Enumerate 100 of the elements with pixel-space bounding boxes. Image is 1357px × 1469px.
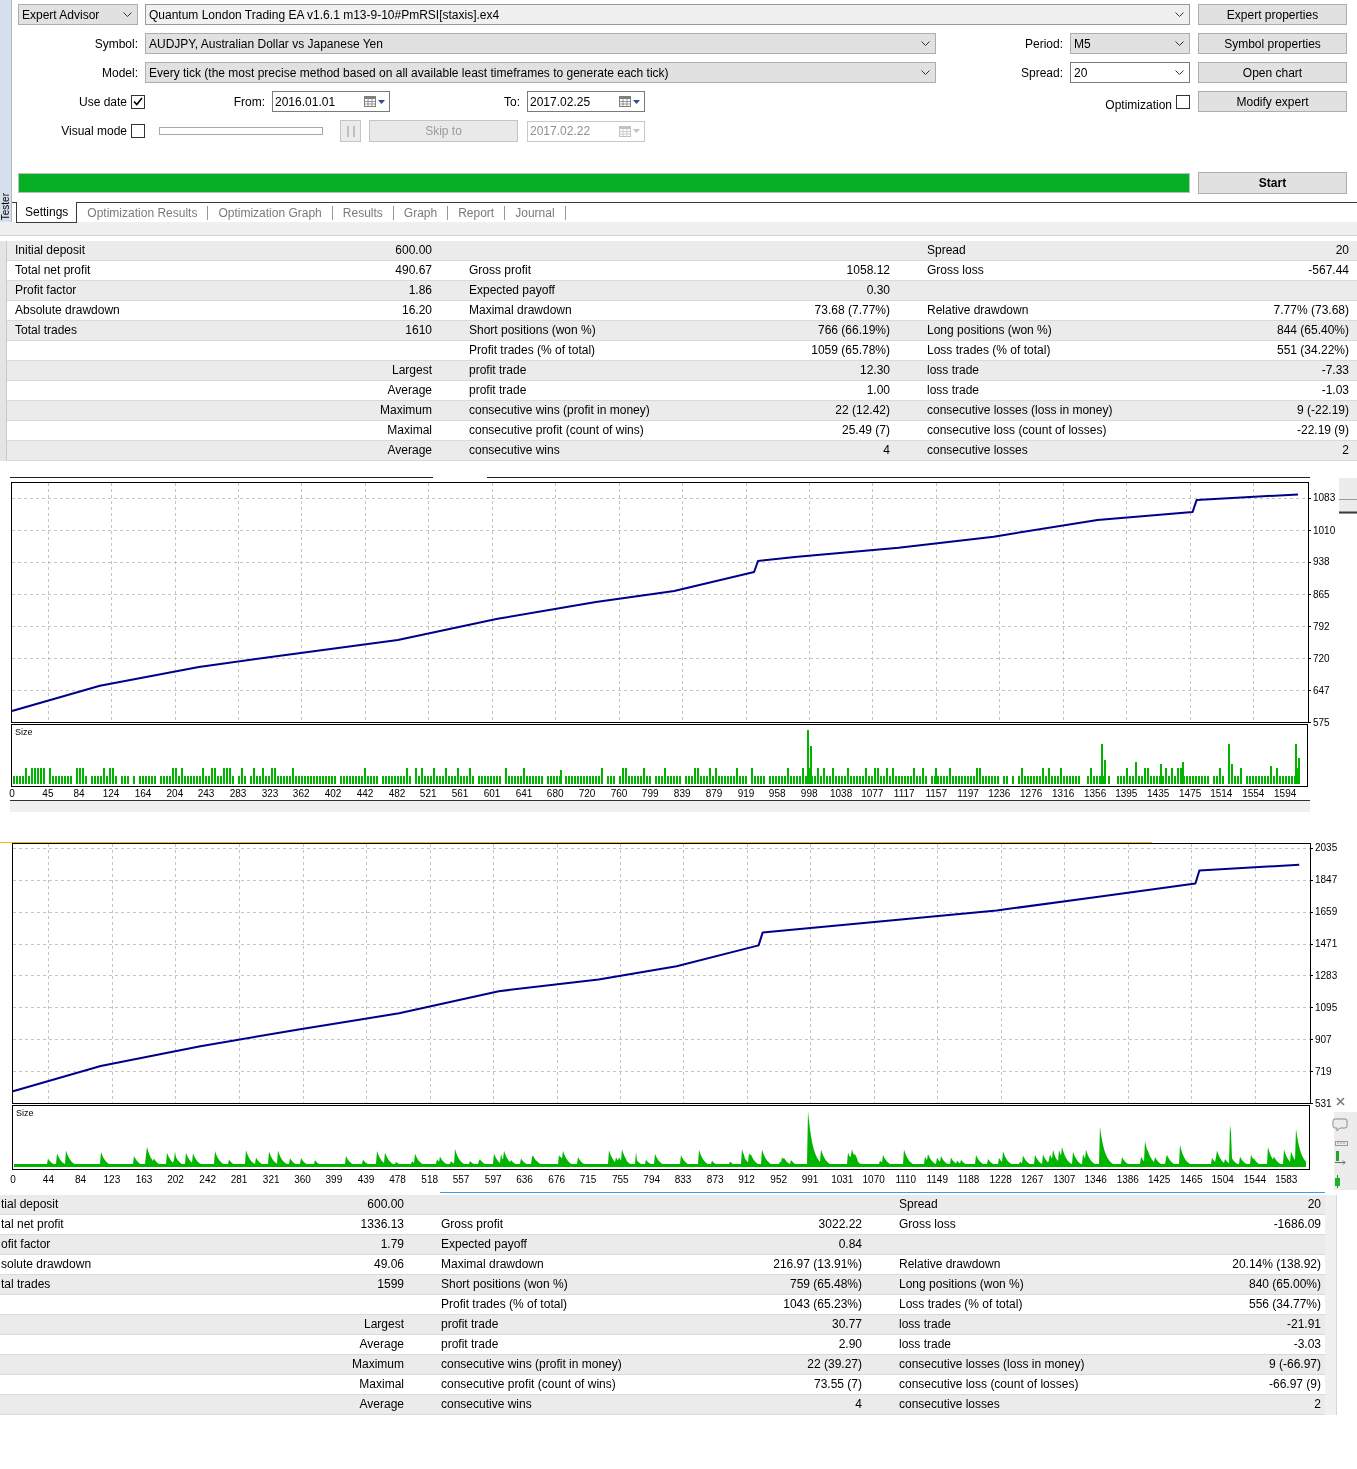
calendar-icon <box>619 96 631 107</box>
table-cell-text: Largest <box>362 1316 405 1333</box>
spread-dropdown[interactable]: 20 <box>1070 62 1190 83</box>
tab[interactable]: Journal <box>505 206 566 220</box>
slider-track[interactable] <box>159 127 323 135</box>
expert-type-dropdown[interactable]: Expert Advisor <box>18 4 138 25</box>
x-tick-label: 1236 <box>988 788 1011 799</box>
x-tick-label: 561 <box>451 788 469 799</box>
x-tick-label: 755 <box>611 1174 629 1185</box>
x-tick-label: 1110 <box>895 1174 917 1185</box>
table-cell-text: Long positions (won %) <box>898 1276 1025 1293</box>
x-tick-label: 794 <box>643 1174 661 1185</box>
table-cell-text: -66.97 (9) <box>1267 1376 1322 1393</box>
y-tick-label: 1095 <box>1315 1001 1338 1013</box>
checkbox[interactable] <box>131 94 145 109</box>
y-tick-label: 1659 <box>1315 906 1338 918</box>
x-tick-label: 912 <box>738 1174 755 1185</box>
checkbox[interactable] <box>131 124 145 138</box>
chevron-icon <box>921 41 930 46</box>
x-tick-label: 242 <box>199 1174 217 1185</box>
table-cell-text: Total net profit <box>14 262 92 279</box>
table-cell-text: consecutive loss (count of losses) <box>898 1376 1080 1393</box>
x-tick-label: 1316 <box>1052 788 1075 799</box>
close-icon[interactable] <box>1336 1097 1345 1106</box>
table-cell-text: Average <box>358 1336 405 1353</box>
table-cell-text: -22.19 (9) <box>1295 422 1350 439</box>
tab[interactable]: Report <box>448 206 506 220</box>
ruler-icon[interactable] <box>1335 1141 1348 1146</box>
open-chart-button[interactable]: Open chart <box>1198 62 1347 83</box>
checkmark-icon <box>133 97 143 106</box>
speech-bubble-icon[interactable] <box>1332 1118 1348 1132</box>
y-tick-label: 938 <box>1313 556 1330 568</box>
tab[interactable]: Optimization Results <box>77 206 209 220</box>
table-cell-text: 0.30 <box>865 282 891 299</box>
table-cell-text: 9 (-22.19) <box>1295 402 1350 419</box>
period-dropdown[interactable]: M5 <box>1070 33 1190 54</box>
table-cell-text: 2 <box>1341 442 1350 459</box>
symbol-properties-button[interactable]: Symbol properties <box>1198 33 1347 54</box>
x-tick-label: 44 <box>42 1174 54 1185</box>
table-cell-text: 1610 <box>404 322 433 339</box>
date-field[interactable]: 2017.02.25 <box>527 91 645 112</box>
x-tick-label: 720 <box>578 788 596 799</box>
table-cell-text: Maximal <box>358 1376 405 1393</box>
x-tick-label: 873 <box>706 1174 724 1185</box>
table-cell-text: 12.30 <box>858 362 891 379</box>
table-cell-text: Long positions (won %) <box>926 322 1053 339</box>
table-cell-text: 3022.22 <box>817 1216 863 1233</box>
tab[interactable]: Results <box>332 206 394 220</box>
chevron-icon <box>1175 12 1184 17</box>
modify-expert-button[interactable]: Modify expert <box>1198 91 1347 112</box>
expert-file-dropdown[interactable]: Quantum London Trading EA v1.6.1 m13-9-10#PmRSI[staxis].ex4 <box>145 4 1190 25</box>
x-tick-label: 636 <box>516 1174 533 1185</box>
table-cell-text: profit trade <box>440 1316 500 1333</box>
table-cell-text: 22 (39.27) <box>806 1356 863 1373</box>
x-tick-label: 1117 <box>893 788 915 799</box>
x-tick-label: 1356 <box>1083 788 1107 799</box>
x-tick-label: 1267 <box>1020 1174 1044 1185</box>
y-tick-label: 1083 <box>1313 492 1336 504</box>
expert-properties-button[interactable]: Expert properties <box>1198 4 1347 25</box>
table-cell-text: 551 (34.22%) <box>1275 342 1350 359</box>
bar-chart-icon[interactable] <box>1334 1151 1346 1165</box>
y-tick-label: 575 <box>1313 716 1330 728</box>
model-dropdown[interactable]: Every tick (the most precise method based on all available least timeframes to generate each tick) <box>145 62 936 83</box>
x-tick-label: 1465 <box>1180 1174 1203 1185</box>
table-cell-text: Average <box>386 382 433 399</box>
tester-side-tab[interactable]: Tester <box>0 0 12 222</box>
table-cell-text: Maximum <box>351 1356 405 1373</box>
field-label: From: <box>232 94 266 109</box>
tab[interactable]: Graph <box>393 206 449 220</box>
x-tick-label: 680 <box>546 788 564 799</box>
caret-icon <box>633 129 640 133</box>
checkbox-label: Use date <box>77 94 128 109</box>
x-tick-label: 833 <box>674 1174 692 1185</box>
table-cell-text: ofit factor <box>0 1236 52 1253</box>
date-field[interactable]: 2016.01.01 <box>272 91 390 112</box>
x-tick-label: 1395 <box>1115 788 1138 799</box>
start-button[interactable]: Start <box>1198 172 1347 194</box>
table-cell-text: loss trade <box>898 1336 953 1353</box>
x-tick-label: 521 <box>419 788 437 799</box>
table-cell-text: Profit factor <box>14 282 78 299</box>
x-tick-label: 1554 <box>1242 788 1265 799</box>
x-tick-label: 1031 <box>831 1174 854 1185</box>
table-cell-text: 600.00 <box>394 242 433 259</box>
candlestick-icon[interactable] <box>1335 1174 1340 1189</box>
table-cell-text: 9 (-66.97) <box>1267 1356 1322 1373</box>
symbol-dropdown[interactable]: AUDJPY, Australian Dollar vs Japanese Yen <box>145 33 936 54</box>
tab[interactable]: Optimization Graph <box>208 206 333 220</box>
x-tick-label: 1475 <box>1179 788 1202 799</box>
table-cell-text: tial deposit <box>0 1196 60 1213</box>
table-cell-text: Gross profit <box>440 1216 504 1233</box>
table-cell-text: 1.79 <box>379 1236 405 1253</box>
field-label: Period: <box>1023 36 1064 51</box>
x-tick-label: 1514 <box>1210 788 1233 799</box>
table-cell-text: -7.33 <box>1320 362 1350 379</box>
table-cell-text: 1599 <box>376 1276 405 1293</box>
table-cell-text: consecutive wins (profit in money) <box>468 402 651 419</box>
tab[interactable]: Settings <box>16 202 78 223</box>
x-tick-label: 879 <box>705 788 723 799</box>
table-cell-text: 490.67 <box>394 262 433 279</box>
checkbox[interactable] <box>1176 94 1190 109</box>
